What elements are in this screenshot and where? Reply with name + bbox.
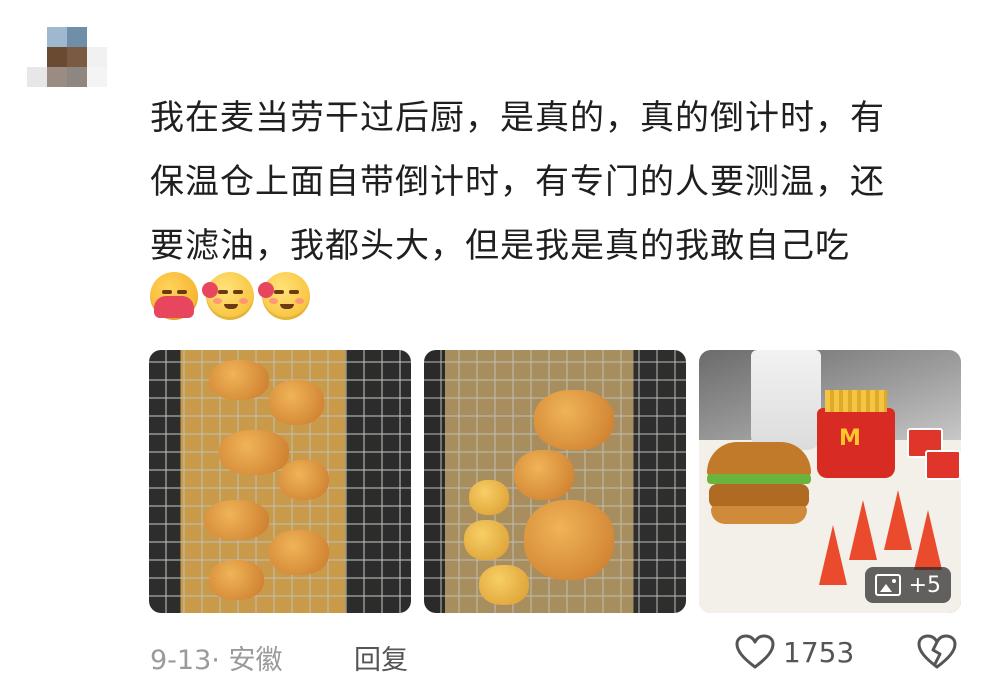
emoji-row bbox=[150, 272, 310, 322]
fried-chicken-nuggets-photo[interactable] bbox=[424, 350, 686, 613]
comment-line: 我在麦当劳干过后厨，是真的，真的倒计时，有 bbox=[150, 98, 885, 138]
more-images-count: +5 bbox=[908, 572, 941, 598]
heart-icon bbox=[735, 634, 775, 669]
fried-chicken-rack-photo[interactable] bbox=[149, 350, 411, 613]
fries-box: M bbox=[817, 390, 895, 478]
image-icon bbox=[874, 574, 901, 596]
comment-line: 保温仓上面自带倒计时，有专门的人要测温，还 bbox=[150, 162, 885, 202]
like-count: 1753 bbox=[783, 635, 855, 669]
mcdonalds-meal-photo[interactable]: M +5 bbox=[699, 350, 961, 613]
image-gallery: M +5 bbox=[149, 350, 961, 613]
salute-blush-emoji bbox=[258, 272, 310, 320]
more-images-badge[interactable]: +5 bbox=[864, 567, 951, 603]
avatar[interactable] bbox=[27, 27, 107, 107]
comment-date-location: 9-13· 安徽 bbox=[150, 645, 283, 676]
burger bbox=[707, 442, 811, 526]
hug-emoji bbox=[150, 272, 198, 320]
dislike-button[interactable] bbox=[917, 634, 957, 674]
comment-line: 要滤油，我都头大，但是我是真的我敢自己吃 bbox=[150, 226, 850, 266]
reply-button[interactable]: 回复 bbox=[354, 638, 408, 677]
comment-text: 我在麦当劳干过后厨，是真的，真的倒计时，有 保温仓上面自带倒计时，有专门的人要测… bbox=[150, 86, 960, 278]
salute-blush-emoji bbox=[202, 272, 254, 320]
like-button[interactable]: 1753 bbox=[735, 634, 854, 670]
broken-heart-icon bbox=[917, 634, 957, 669]
